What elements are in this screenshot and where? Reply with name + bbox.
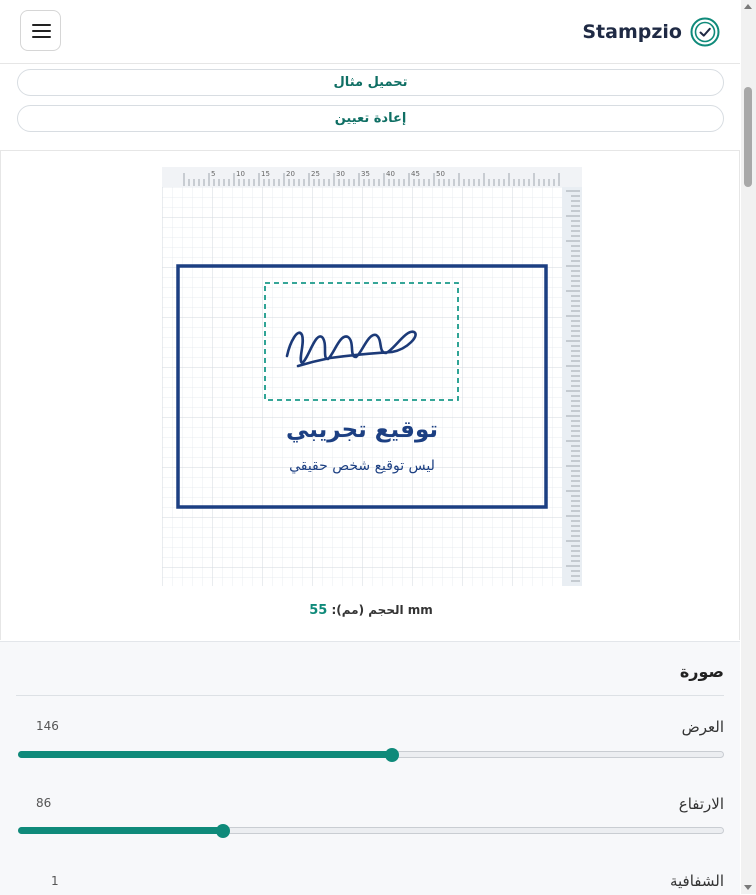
size-value: 55 [309,603,328,618]
size-readout: الحجم (مم): 55 mm [1,603,741,618]
ruler-tick-label: 50 [436,170,445,178]
opacity-value: 1 [51,874,59,888]
brand-logo-link[interactable]: Stampzio [582,15,720,49]
ruler-tick-label: 45 [411,170,420,178]
stamp-title: توقيع تجريبي [286,417,438,443]
ruler-tick-label: 25 [311,170,320,178]
ruler-tick-label: 15 [261,170,270,178]
ruler-tick-label: 20 [286,170,295,178]
scroll-up-icon[interactable] [744,4,752,9]
ruler-tick-label: 10 [236,170,245,178]
ruler-tick-label: 5 [211,170,215,178]
image-controls-panel: صورة العرض 146 الارتفاع 86 الشفافية 1 [0,641,740,895]
stamp-canvas[interactable]: 5 10 15 20 25 30 35 40 45 50 توقيع تجريبي ليس توق… [162,167,582,586]
actions-panel: تحميل مثال إعادة تعيين [0,64,740,151]
height-slider[interactable] [18,824,724,838]
width-label: العرض [681,718,724,736]
slider-fill [18,751,393,758]
width-value: 146 [36,719,59,733]
stamp-preview-panel: 5 10 15 20 25 30 35 40 45 50 توقيع تجريبي ليس توق… [0,151,740,640]
slider-fill [18,827,223,834]
reset-button[interactable]: إعادة تعيين [17,105,724,132]
opacity-label: الشفافية [669,872,724,890]
hamburger-icon-line [32,30,51,32]
page-scrollbar[interactable] [741,0,756,894]
slider-thumb[interactable] [215,824,230,838]
ruler-tick-label: 40 [386,170,395,178]
section-divider [16,695,724,696]
hamburger-icon-line [32,36,51,38]
scroll-down-icon[interactable] [744,885,752,890]
top-bar: Stampzio [0,0,740,64]
ruler-tick-label: 35 [361,170,370,178]
height-value: 86 [36,796,52,810]
image-section-title: صورة [679,662,724,681]
menu-button[interactable] [20,10,61,51]
size-unit: mm [407,603,433,617]
load-example-button[interactable]: تحميل مثال [17,69,724,96]
height-label: الارتفاع [678,795,724,813]
stamp-canvas-svg: 5 10 15 20 25 30 35 40 45 50 توقيع تجريبي ليس توق… [162,167,582,586]
hamburger-icon [32,24,51,26]
stamp-subtitle: ليس توقيع شخص حقيقي [289,458,435,474]
brand-name: Stampzio [582,21,682,43]
slider-thumb[interactable] [385,748,400,762]
ruler-tick-label: 30 [336,170,345,178]
size-label: الحجم (مم): [331,603,404,617]
check-badge-icon [690,17,720,47]
width-slider[interactable] [18,748,724,762]
scrollbar-thumb[interactable] [744,87,752,187]
